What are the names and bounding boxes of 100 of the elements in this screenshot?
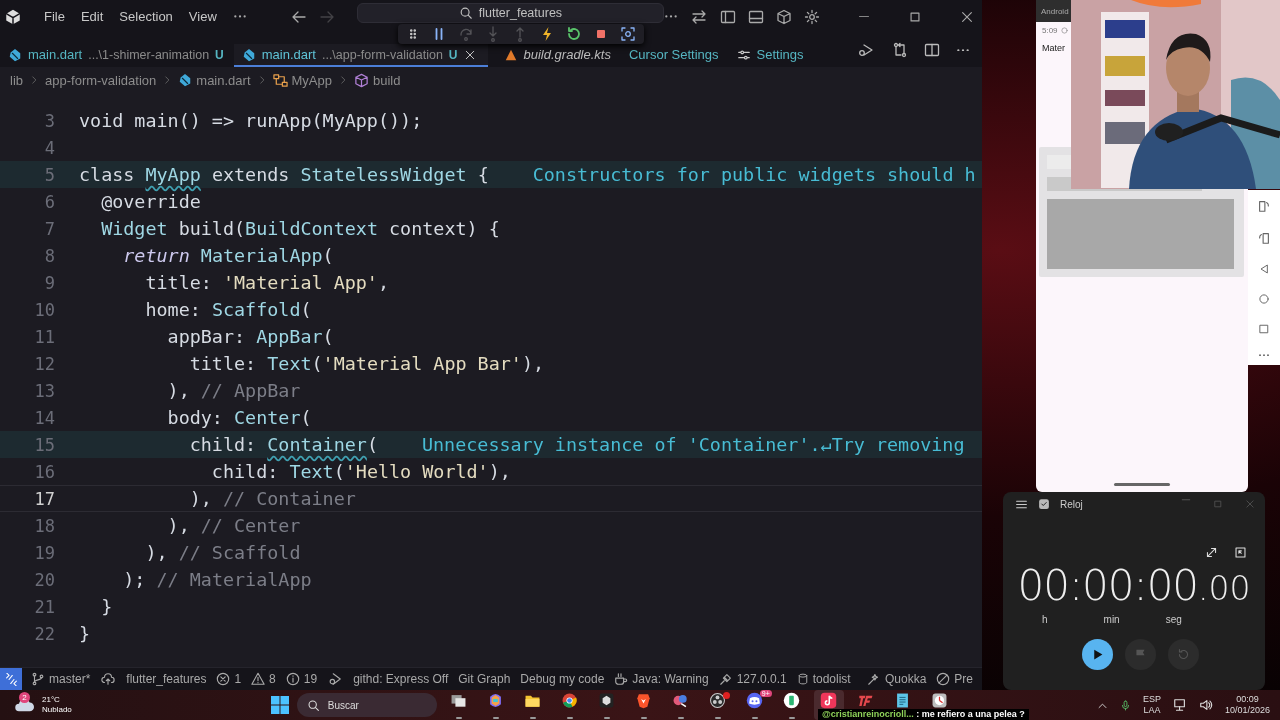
chat-message: @cristianreinocrioll... : me refiero a una pelea ? xyxy=(818,709,1029,720)
status-item[interactable]: Git Graph xyxy=(458,672,511,686)
code-line: return MaterialApp( xyxy=(122,245,334,266)
split-editor-icon xyxy=(924,42,940,58)
dart-file-icon xyxy=(241,47,256,62)
status-item[interactable]: 19 xyxy=(303,672,318,686)
line-number: 7 xyxy=(43,218,55,239)
menu-item[interactable]: File xyxy=(36,5,73,28)
line-number: 18 xyxy=(33,515,55,536)
cube-icon xyxy=(353,72,369,88)
code-line: void main() => runApp(MyApp()); xyxy=(79,110,423,131)
status-item[interactable]: Quokka xyxy=(884,672,927,686)
remote-button[interactable] xyxy=(0,668,22,690)
swap-arrows-icon xyxy=(690,8,708,25)
code-line: ); // MaterialApp xyxy=(122,569,312,590)
search-field[interactable]: flutter_features xyxy=(356,2,664,23)
editor-tab[interactable]: Cursor Settings xyxy=(620,44,729,67)
coffee-cup-icon xyxy=(614,672,629,686)
cube-icon xyxy=(776,8,792,25)
code-line: class MyApp extends StatelessWidget { xyxy=(79,164,489,185)
step-over-icon xyxy=(458,26,474,42)
rotate-right-icon xyxy=(1257,199,1271,214)
line-number: 16 xyxy=(33,461,55,482)
status-item[interactable]: Java: Warning xyxy=(632,672,709,686)
weather-condition: Nublado xyxy=(42,705,72,715)
status-item[interactable]: flutter_features xyxy=(126,672,207,686)
line-number: 9 xyxy=(43,272,55,293)
input-language[interactable]: ESP xyxy=(1142,694,1161,705)
status-item[interactable]: 127.0.0.1 xyxy=(736,672,787,686)
phone-app-icon[interactable] xyxy=(783,692,801,709)
line-number: 17 xyxy=(33,488,55,509)
code-line: title: 'Material App', xyxy=(144,272,390,293)
menu-item[interactable]: Selection xyxy=(111,5,181,28)
clock-app-icon[interactable] xyxy=(931,692,949,709)
remote-icon xyxy=(4,672,18,686)
brave-app-icon[interactable] xyxy=(635,692,653,709)
cube-app-icon[interactable] xyxy=(598,692,616,709)
line-number: 13 xyxy=(33,380,55,401)
line-number: 11 xyxy=(33,326,55,347)
line-number: 4 xyxy=(43,137,55,158)
breadcrumb-item[interactable]: MyApp xyxy=(291,72,332,88)
code-line: appBar: AppBar( xyxy=(166,326,334,347)
emulator-title: Android xyxy=(1041,6,1069,16)
branch-icon xyxy=(31,672,45,686)
taskbar-search-field[interactable]: Buscar xyxy=(296,693,437,717)
close-icon xyxy=(1245,499,1255,509)
editor-tab[interactable]: main.dart ...\1-shimer-animation U xyxy=(0,44,234,67)
tiktok-app-icon[interactable] xyxy=(820,692,838,709)
discord-app-icon[interactable] xyxy=(746,692,764,709)
keyboard-layout[interactable]: LAA xyxy=(1143,705,1161,716)
sidebar-layout-icon xyxy=(720,8,736,25)
menu-item[interactable]: Edit xyxy=(72,5,112,28)
code-line: home: Scaffold( xyxy=(144,299,312,320)
status-item[interactable]: githd: Express Off xyxy=(353,672,449,686)
dart-file-icon xyxy=(178,73,193,87)
compact-overlay-icon xyxy=(1234,546,1247,559)
maximize-icon xyxy=(908,9,922,24)
network-icon xyxy=(1172,698,1187,712)
status-item[interactable]: Debug my code xyxy=(520,672,605,686)
more-icon xyxy=(232,15,247,18)
time-unit-label: seg xyxy=(1165,614,1182,625)
error-icon xyxy=(216,672,231,686)
status-item[interactable]: master* xyxy=(49,672,91,686)
editor-tab[interactable]: build.gradle.kts xyxy=(495,44,621,67)
editor-tab[interactable]: Settings xyxy=(728,44,814,67)
clock-time[interactable]: 00:09 xyxy=(1236,694,1259,705)
editor-tab[interactable]: main.dart ...\app-form-validation U xyxy=(233,44,488,67)
obs-app-icon[interactable] xyxy=(709,692,727,709)
more-icon xyxy=(956,48,970,52)
breadcrumb-item[interactable]: build xyxy=(372,72,401,88)
taskview-app-icon[interactable] xyxy=(450,692,468,709)
breadcrumb-item[interactable]: main.dart xyxy=(196,72,251,88)
menu-item[interactable]: View xyxy=(180,5,225,28)
restart-icon xyxy=(566,26,582,42)
code-line: child: Text('Hello World'), xyxy=(210,461,511,482)
line-number: 19 xyxy=(33,542,55,563)
clock-date[interactable]: 10/01/2026 xyxy=(1224,705,1270,716)
plug-icon xyxy=(718,672,733,686)
chrome-app-icon[interactable] xyxy=(561,692,579,709)
reset-icon xyxy=(1176,648,1190,661)
time-unit-label: h xyxy=(1042,614,1048,625)
status-item[interactable]: todolist xyxy=(812,672,851,686)
windows-start-icon[interactable] xyxy=(269,695,290,715)
line-number: 10 xyxy=(33,299,55,320)
status-item[interactable]: Pre xyxy=(954,672,973,686)
breadcrumb-item[interactable]: app-form-validation xyxy=(45,72,157,88)
line-number: 6 xyxy=(43,191,55,212)
maximize-icon xyxy=(1213,499,1223,509)
play-button[interactable] xyxy=(1081,639,1113,670)
cube-logo-icon xyxy=(4,7,22,26)
code-line: @override xyxy=(100,191,201,212)
square-icon xyxy=(1258,323,1270,336)
code-line: ), // Container xyxy=(188,488,356,509)
blocked-icon xyxy=(936,672,951,686)
line-number: 14 xyxy=(33,407,55,428)
bird-app-icon[interactable] xyxy=(672,692,690,709)
minimize-icon xyxy=(858,15,870,18)
status-item[interactable]: 8 xyxy=(269,672,276,686)
status-item[interactable]: 1 xyxy=(234,672,242,686)
breadcrumb-item[interactable]: lib xyxy=(10,72,23,88)
